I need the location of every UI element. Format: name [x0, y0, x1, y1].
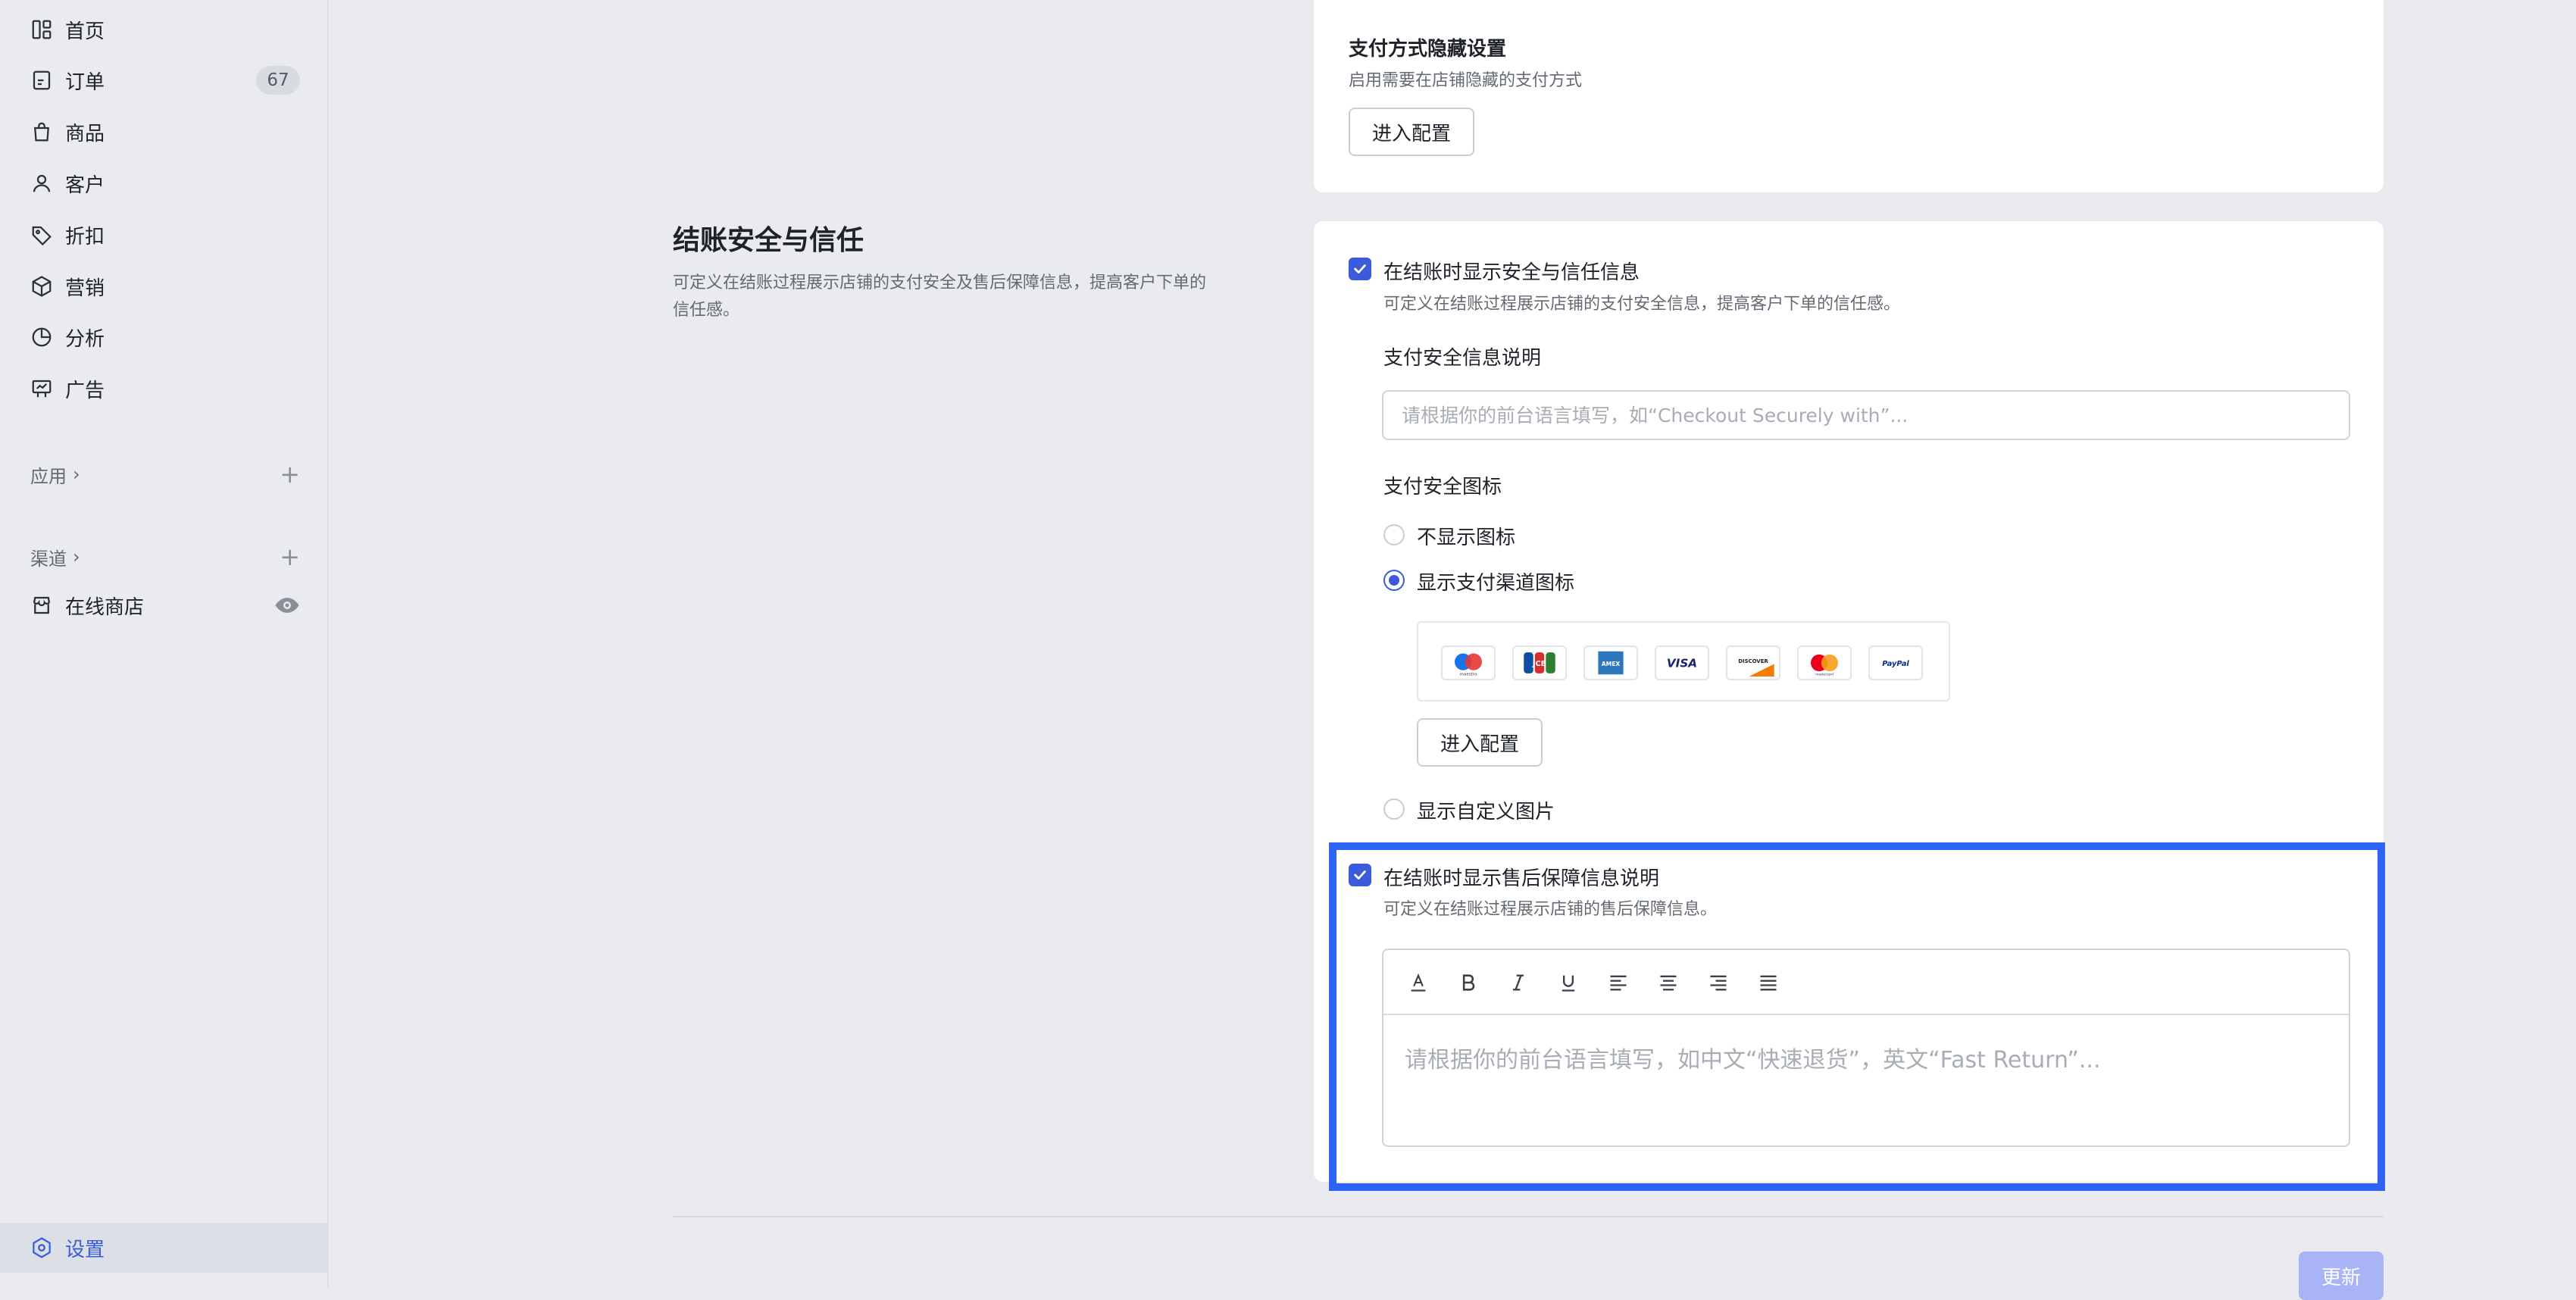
radio-custom-image-label: 显示自定义图片	[1417, 801, 1555, 823]
align-justify-icon[interactable]	[1755, 969, 1782, 996]
align-left-icon[interactable]	[1605, 969, 1632, 996]
trust-section-desc: 可定义在结账过程展示店铺的支付安全及售后保障信息，提高客户下单的信任感。	[673, 273, 1207, 320]
font-color-icon[interactable]	[1405, 969, 1432, 996]
align-right-icon[interactable]	[1705, 969, 1732, 996]
online-store-label: 在线商店	[65, 595, 145, 619]
svg-text:DISCOVER: DISCOVER	[1738, 658, 1768, 664]
mastercard-icon: mastercard	[1797, 645, 1852, 680]
chevron-right-icon: ›	[73, 464, 80, 485]
check-icon	[1354, 870, 1366, 880]
sidebar-item-label: 订单	[65, 70, 105, 94]
maestro-icon: maestro	[1441, 645, 1496, 680]
hidden-payment-config-button[interactable]: 进入配置	[1349, 108, 1474, 156]
divider	[673, 1216, 2384, 1217]
svg-text:PayPal: PayPal	[1882, 660, 1909, 668]
security-text-input[interactable]	[1382, 390, 2350, 440]
sidebar-item-settings[interactable]: 设置	[0, 1223, 329, 1273]
bold-icon[interactable]	[1455, 969, 1482, 996]
apps-section-header[interactable]: 应用 › +	[30, 459, 300, 489]
sidebar-item-analytics[interactable]: 分析	[0, 314, 329, 360]
sidebar: 首页 订单 67 商品 客户 折扣 营销 分析 广告 应用 › + 渠道 › +…	[0, 0, 329, 1289]
svg-text:JCB: JCB	[1532, 660, 1546, 668]
add-channel-icon[interactable]: +	[280, 545, 300, 569]
payment-icons-config-button[interactable]: 进入配置	[1417, 718, 1543, 767]
visa-icon: VISA	[1655, 645, 1709, 680]
show-aftersale-checkbox[interactable]	[1349, 864, 1371, 886]
svg-text:maestro: maestro	[1460, 673, 1477, 677]
eye-icon[interactable]	[274, 592, 300, 618]
sidebar-item-home[interactable]: 首页	[0, 7, 329, 52]
order-icon	[30, 69, 53, 92]
hidden-payment-desc: 启用需要在店铺隐藏的支付方式	[1349, 71, 1583, 90]
align-center-icon[interactable]	[1655, 969, 1682, 996]
radio-channel-icons[interactable]	[1383, 570, 1405, 591]
security-text-label: 支付安全信息说明	[1383, 347, 1542, 370]
radio-no-icon-label: 不显示图标	[1417, 527, 1516, 549]
security-icon-label: 支付安全图标	[1383, 476, 1502, 498]
underline-icon[interactable]	[1555, 969, 1582, 996]
show-security-label: 在结账时显示安全与信任信息	[1383, 261, 1640, 284]
sidebar-item-ads[interactable]: 广告	[0, 366, 329, 411]
user-icon	[30, 172, 53, 195]
discover-icon: DISCOVER	[1726, 645, 1780, 680]
check-icon	[1354, 264, 1366, 273]
sidebar-item-label: 商品	[65, 122, 105, 145]
hidden-payment-card: 支付方式隐藏设置 启用需要在店铺隐藏的支付方式 进入配置	[1314, 0, 2384, 192]
radio-no-icon[interactable]	[1383, 524, 1405, 545]
sidebar-item-marketing[interactable]: 营销	[0, 264, 329, 309]
radio-custom-image[interactable]	[1383, 798, 1405, 820]
sidebar-item-orders[interactable]: 订单 67	[0, 58, 329, 103]
sidebar-item-label: 设置	[65, 1238, 105, 1261]
store-icon	[30, 594, 53, 617]
chevron-right-icon: ›	[73, 546, 80, 567]
sidebar-item-label: 广告	[65, 379, 105, 402]
show-security-checkbox[interactable]	[1349, 258, 1371, 280]
payment-icons-preview: maestro JCB AMEX VISA DISCOVER mastercar…	[1417, 621, 1950, 702]
billboard-icon	[30, 377, 53, 400]
show-aftersale-label: 在结账时显示售后保障信息说明	[1383, 867, 1660, 890]
settings-icon	[30, 1236, 53, 1259]
cube-icon	[30, 275, 53, 298]
show-security-desc: 可定义在结账过程展示店铺的支付安全信息，提高客户下单的信任感。	[1383, 295, 1901, 314]
svg-text:VISA: VISA	[1667, 657, 1697, 670]
trust-section-title: 结账安全与信任	[673, 225, 864, 256]
paypal-icon: PayPal	[1868, 645, 1923, 680]
sidebar-item-label: 分析	[65, 327, 105, 351]
sidebar-item-label: 客户	[65, 173, 105, 197]
sidebar-item-label: 折扣	[65, 225, 105, 248]
add-app-icon[interactable]: +	[280, 462, 300, 486]
pie-chart-icon	[30, 326, 53, 348]
amex-icon: AMEX	[1583, 645, 1638, 680]
channels-label: 渠道	[30, 548, 67, 570]
sidebar-item-label: 营销	[65, 277, 105, 300]
channels-section-header[interactable]: 渠道 › +	[30, 542, 300, 572]
svg-text:AMEX: AMEX	[1602, 661, 1621, 667]
aftersale-rich-text-editor[interactable]: 请根据你的前台语言填写，如中文“快速退货”，英文“Fast Return”...	[1382, 948, 2350, 1147]
sidebar-item-products[interactable]: 商品	[0, 109, 329, 155]
show-aftersale-desc: 可定义在结账过程展示店铺的售后保障信息。	[1383, 900, 1718, 919]
sidebar-item-customers[interactable]: 客户	[0, 161, 329, 206]
jcb-icon: JCB	[1512, 645, 1567, 680]
editor-toolbar	[1383, 950, 2349, 1015]
svg-text:mastercard: mastercard	[1815, 673, 1834, 677]
hidden-payment-title: 支付方式隐藏设置	[1349, 38, 1507, 61]
tag-icon	[30, 223, 53, 246]
editor-placeholder: 请根据你的前台语言填写，如中文“快速退货”，英文“Fast Return”...	[1405, 1047, 2101, 1073]
sidebar-item-discounts[interactable]: 折扣	[0, 212, 329, 258]
apps-label: 应用	[30, 465, 67, 487]
radio-channel-icons-label: 显示支付渠道图标	[1417, 572, 1575, 595]
sidebar-item-label: 首页	[65, 20, 105, 43]
bag-icon	[30, 120, 53, 143]
order-count-badge: 67	[256, 66, 300, 95]
online-store-item[interactable]: 在线商店	[30, 586, 300, 624]
dashboard-icon	[30, 18, 53, 41]
update-button[interactable]: 更新	[2299, 1252, 2384, 1300]
italic-icon[interactable]	[1505, 969, 1532, 996]
